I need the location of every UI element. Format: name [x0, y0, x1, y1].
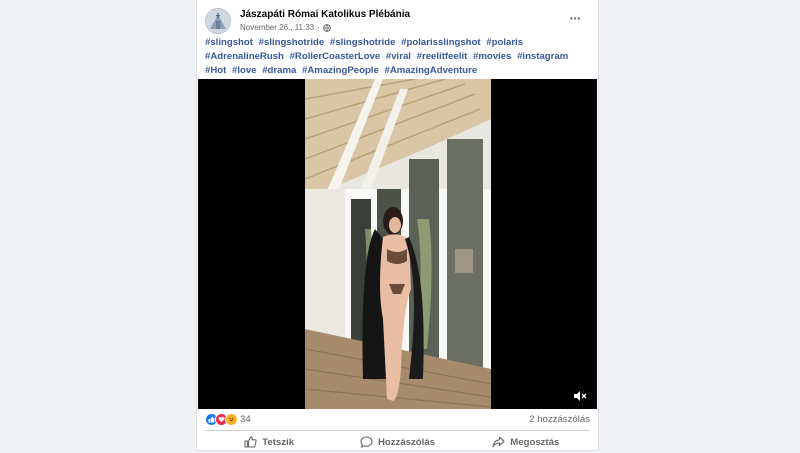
hashtag-link[interactable]: #polaris [486, 37, 523, 48]
hashtag-link[interactable]: #polarisslingshot [401, 37, 480, 48]
page-avatar[interactable] [205, 8, 231, 34]
page-name[interactable]: Jászapáti Római Katolikus Plébánia [240, 9, 410, 20]
hashtag-link[interactable]: #AmazingPeople [302, 65, 379, 76]
hashtag-link[interactable]: #AmazingAdventure [384, 65, 477, 76]
hashtag-link[interactable]: #movies [473, 51, 511, 62]
post-timestamp[interactable]: November 26., 11:33 [240, 23, 314, 32]
hashtag-link[interactable]: #reelitfeelit [417, 51, 468, 62]
post-hashtags: #slingshot #slingshotride #slingshotride… [205, 36, 585, 78]
hashtag-link[interactable]: #instagram [517, 51, 568, 62]
like-button-label: Tetszik [262, 436, 295, 448]
hashtag-link[interactable]: #RollerCoasterLove [290, 51, 381, 62]
hashtag-link[interactable]: #AdrenalineRush [205, 51, 284, 62]
post-meta: November 26., 11:33 · [240, 23, 331, 32]
hashtag-link[interactable]: #drama [262, 65, 296, 76]
thumbs-up-icon [244, 436, 257, 448]
video-frame [305, 79, 491, 409]
hashtag-link[interactable]: #slingshotride [259, 37, 325, 48]
share-arrow-icon [492, 436, 505, 448]
speech-bubble-icon [360, 436, 373, 448]
reaction-count[interactable]: 34 [240, 414, 251, 425]
meta-separator: · [317, 23, 320, 32]
hashtag-link[interactable]: #love [232, 65, 257, 76]
speaker-muted-icon[interactable] [573, 389, 587, 401]
comments-count[interactable]: 2 hozzászólás [529, 414, 590, 425]
haha-reaction-icon [225, 413, 238, 426]
reaction-icons[interactable] [205, 413, 238, 426]
hashtag-link[interactable]: #Hot [205, 65, 226, 76]
hashtag-link[interactable]: #viral [386, 51, 411, 62]
post-card: Jászapáti Római Katolikus Plébánia Novem… [197, 0, 598, 450]
post-stats: 34 2 hozzászólás [205, 411, 590, 427]
video-player[interactable] [198, 79, 597, 409]
hashtag-link[interactable]: #slingshotride [330, 37, 396, 48]
comment-button-label: Hozzászólás [377, 436, 436, 448]
more-options-icon[interactable]: ··· [566, 11, 584, 27]
share-button-label: Megosztás [510, 436, 560, 448]
globe-icon [322, 23, 331, 32]
post-header: Jászapáti Római Katolikus Plébánia Novem… [205, 8, 590, 36]
hashtag-link[interactable]: #slingshot [205, 37, 253, 48]
